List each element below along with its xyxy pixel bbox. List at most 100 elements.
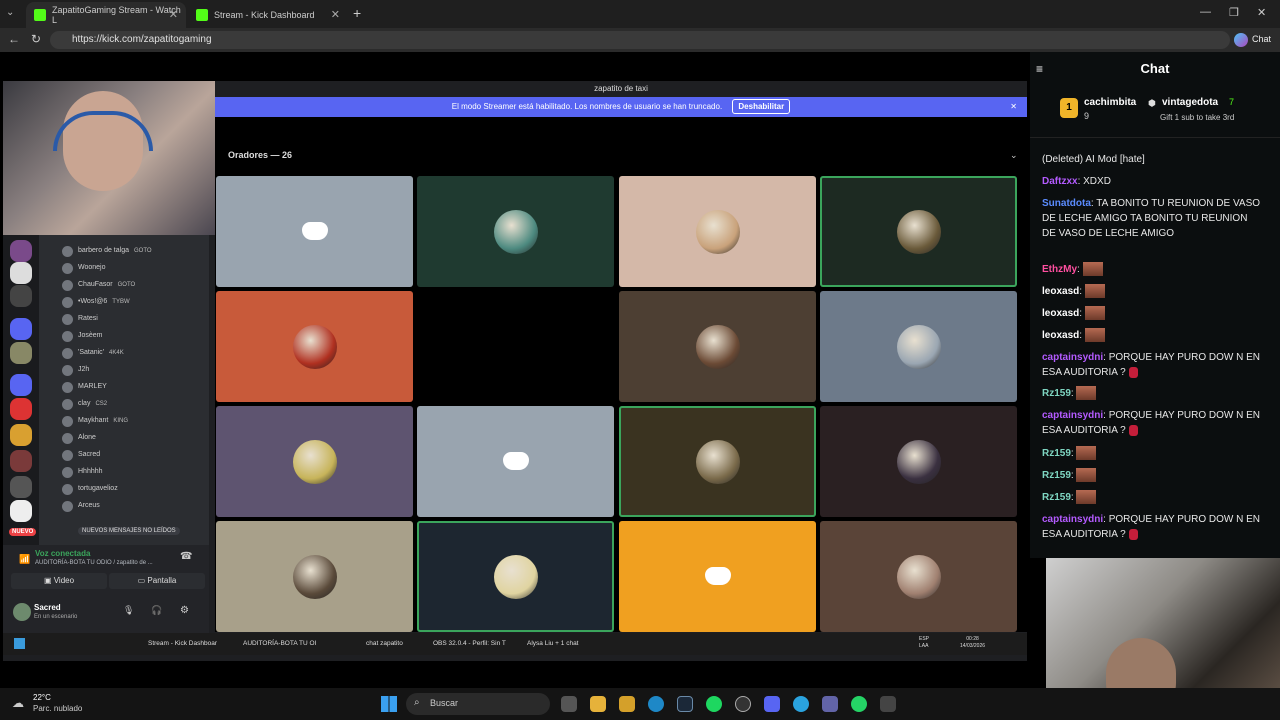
mic-icon[interactable]: 🎙 — [123, 605, 134, 616]
member-item[interactable]: J2h — [62, 363, 94, 377]
chat-username[interactable]: Sunatdota — [1042, 198, 1091, 209]
taskbar-item[interactable]: AUDITORÍA-BOTA TU OI — [243, 640, 316, 647]
reload-icon[interactable]: ↻ — [31, 32, 41, 46]
member-item[interactable]: Woonejo — [62, 261, 111, 275]
speaker-tile[interactable] — [619, 291, 816, 402]
telegram-icon[interactable] — [793, 696, 809, 712]
server-icon[interactable] — [10, 342, 32, 364]
minimize-icon[interactable]: — — [1200, 6, 1211, 18]
member-item[interactable]: Hhhhhh — [62, 465, 108, 479]
steam-icon[interactable] — [677, 696, 693, 712]
server-icon[interactable] — [10, 398, 32, 420]
chat-username[interactable]: Rz159 — [1042, 470, 1071, 481]
gift-sub-text[interactable]: Gift 1 sub to take 3rd — [1160, 113, 1234, 122]
chat-username[interactable]: leoxasd — [1042, 330, 1079, 341]
chat-button[interactable]: Chat — [1252, 34, 1271, 44]
back-icon[interactable]: ← — [8, 32, 20, 46]
search-input[interactable]: ⌕ Buscar — [406, 693, 550, 715]
chat-username[interactable]: Rz159 — [1042, 388, 1071, 399]
tab-kick-stream[interactable]: ZapatitoGaming Stream - Watch L ✕ — [26, 2, 186, 28]
close-banner-icon[interactable]: ✕ — [1010, 97, 1017, 117]
tab-kick-dashboard[interactable]: Stream - Kick Dashboard ✕ — [188, 2, 348, 28]
task-view-icon[interactable] — [561, 696, 577, 712]
file-explorer-icon[interactable] — [590, 696, 606, 712]
member-item[interactable]: Sacred — [62, 448, 105, 462]
speaker-tile[interactable] — [417, 521, 614, 632]
discord-icon[interactable] — [764, 696, 780, 712]
app-icon[interactable] — [880, 696, 896, 712]
member-item[interactable]: tortugavelioz — [62, 482, 123, 496]
avatar[interactable] — [13, 603, 31, 621]
disable-streamer-button[interactable]: Deshabilitar — [732, 99, 791, 114]
server-icon[interactable] — [10, 318, 32, 340]
chat-username[interactable]: Daftzxx — [1042, 176, 1078, 187]
speaker-tile[interactable] — [820, 176, 1017, 287]
member-item[interactable]: MARLEY — [62, 380, 112, 394]
whatsapp-icon[interactable] — [851, 696, 867, 712]
server-icon[interactable] — [10, 262, 32, 284]
server-icon[interactable] — [10, 285, 32, 307]
speaker-tile[interactable] — [417, 406, 614, 517]
speaker-tile[interactable] — [820, 291, 1017, 402]
windows-start-icon[interactable] — [14, 638, 25, 649]
member-item[interactable]: •Wos!@6 TYBW — [62, 295, 130, 309]
disconnect-icon[interactable]: ☎ — [180, 551, 192, 562]
spotify-icon[interactable] — [706, 696, 722, 712]
taskbar-item[interactable]: Stream - Kick Dashboar — [148, 640, 217, 647]
server-icon[interactable] — [10, 476, 32, 498]
headphones-icon[interactable]: 🎧 — [151, 605, 162, 616]
member-item[interactable]: Maykhant KING — [62, 414, 128, 428]
member-item[interactable]: ChauFasor GOTO — [62, 278, 135, 292]
tab-list-icon[interactable]: ⌄ — [6, 7, 20, 21]
store-icon[interactable] — [619, 696, 635, 712]
server-icon[interactable] — [10, 240, 32, 262]
leader-name[interactable]: cachimbita — [1084, 97, 1136, 108]
speaker-tile[interactable] — [619, 406, 816, 517]
chat-username[interactable]: leoxasd — [1042, 286, 1079, 297]
speaker-tile[interactable] — [820, 406, 1017, 517]
speaker-tile[interactable] — [820, 521, 1017, 632]
member-item[interactable]: Josèem — [62, 329, 108, 343]
speaker-tile[interactable] — [417, 291, 614, 402]
obs-icon[interactable] — [735, 696, 751, 712]
windows-start-icon[interactable] — [381, 696, 397, 712]
chat-username[interactable]: captainsydni — [1042, 410, 1103, 421]
speaker-tile[interactable] — [619, 521, 816, 632]
close-window-icon[interactable]: ✕ — [1257, 6, 1266, 19]
taskbar-item[interactable]: OBS 32.0.4 - Perfil: Sin T — [433, 640, 506, 647]
restore-icon[interactable]: ❐ — [1229, 6, 1239, 19]
member-item[interactable]: Ratesi — [62, 312, 103, 326]
member-item[interactable]: Arceus — [62, 499, 105, 513]
speaker-tile[interactable] — [216, 521, 413, 632]
copilot-icon[interactable] — [1234, 33, 1248, 47]
weather-icon[interactable]: ☁ — [12, 696, 24, 710]
taskbar-item[interactable]: chat zapatito — [366, 640, 403, 647]
taskbar-item[interactable]: Alysa Liu + 1 chat — [527, 640, 579, 647]
second-name[interactable]: vintagedota — [1162, 97, 1218, 108]
speaker-tile[interactable] — [216, 291, 413, 402]
new-tab-icon[interactable]: + — [353, 5, 361, 21]
chat-username[interactable]: EthzMy — [1042, 264, 1077, 275]
speaker-tile[interactable] — [417, 176, 614, 287]
teams-icon[interactable] — [822, 696, 838, 712]
chat-username[interactable]: leoxasd — [1042, 308, 1079, 319]
member-item[interactable]: clay CS2 — [62, 397, 107, 411]
edge-icon[interactable] — [648, 696, 664, 712]
close-tab-icon[interactable]: ✕ — [331, 8, 340, 21]
chat-username[interactable]: Rz159 — [1042, 448, 1071, 459]
close-tab-icon[interactable]: ✕ — [169, 8, 178, 21]
chat-username[interactable]: captainsydni — [1042, 352, 1103, 363]
video-button[interactable]: ▣ Video — [11, 573, 107, 589]
screen-button[interactable]: ▭ Pantalla — [109, 573, 205, 589]
speaker-tile[interactable] — [216, 406, 413, 517]
voice-channel-label[interactable]: AUDITORÍA-BOTA TU ODIO / zapatito de ... — [35, 560, 153, 566]
member-item[interactable]: 'Satanic' 4K4K — [62, 346, 124, 360]
member-item[interactable]: barbero de talga GOTO — [62, 244, 152, 258]
member-item[interactable]: Alone — [62, 431, 101, 445]
new-messages-bar[interactable]: NUEVOS MENSAJES NO LEÍDOS — [78, 527, 180, 535]
gear-icon[interactable]: ⚙ — [180, 605, 189, 616]
speaker-tile[interactable] — [619, 176, 816, 287]
chat-username[interactable]: captainsydni — [1042, 514, 1103, 525]
chevron-down-icon[interactable]: ⌄ — [1010, 150, 1018, 161]
server-icon[interactable] — [10, 374, 32, 396]
